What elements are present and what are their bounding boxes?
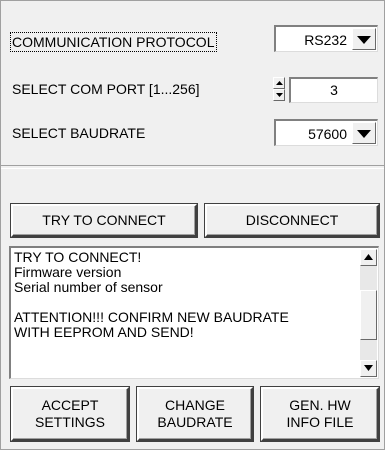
- scroll-down-button[interactable]: [360, 360, 377, 377]
- accept-settings-label-line1: ACCEPT: [41, 397, 99, 413]
- protocol-label: COMMUNICATION PROTOCOL: [10, 32, 217, 52]
- scroll-thumb[interactable]: [360, 290, 377, 341]
- comport-decrement-button[interactable]: [273, 89, 285, 101]
- section-divider: [1, 165, 384, 169]
- baudrate-value: 57600: [308, 126, 347, 142]
- comport-spinner[interactable]: [273, 77, 285, 101]
- triangle-down-icon: [364, 365, 373, 371]
- triangle-up-icon: [364, 254, 373, 260]
- triangle-up-icon: [276, 81, 283, 85]
- comport-label: SELECT COM PORT [1...256]: [12, 81, 200, 97]
- chevron-down-icon: [357, 130, 371, 138]
- accept-settings-button[interactable]: ACCEPT SETTINGS: [11, 387, 129, 441]
- log-line: Firmware version: [14, 264, 122, 280]
- status-log[interactable]: TRY TO CONNECT! Firmware version Serial …: [9, 246, 379, 379]
- accept-settings-label: ACCEPT SETTINGS: [35, 397, 105, 431]
- accept-settings-label-line2: SETTINGS: [34, 414, 105, 430]
- connection-settings-panel: COMMUNICATION PROTOCOL RS232 SELECT COM …: [0, 0, 385, 450]
- comport-input[interactable]: 3: [289, 77, 378, 103]
- gen-hw-info-file-button[interactable]: GEN. HW INFO FILE: [261, 387, 379, 441]
- triangle-down-icon: [276, 93, 283, 97]
- try-to-connect-label: TRY TO CONNECT: [42, 212, 166, 228]
- disconnect-button[interactable]: DISCONNECT: [205, 204, 379, 237]
- log-scrollbar[interactable]: [360, 249, 377, 377]
- try-to-connect-button[interactable]: TRY TO CONNECT: [11, 204, 197, 237]
- scroll-up-button[interactable]: [360, 249, 377, 266]
- log-line: ATTENTION!!! CONFIRM NEW BAUDRATE: [14, 309, 289, 325]
- log-line: WITH EEPROM AND SEND!: [14, 324, 194, 340]
- change-baudrate-label-line1: CHANGE: [165, 397, 225, 413]
- protocol-select[interactable]: RS232: [274, 25, 378, 52]
- settings-section: COMMUNICATION PROTOCOL RS232 SELECT COM …: [1, 1, 384, 165]
- gen-hw-info-file-label-line2: INFO FILE: [286, 414, 354, 430]
- baudrate-select[interactable]: 57600: [274, 119, 378, 146]
- chevron-down-icon: [357, 36, 371, 44]
- gen-hw-info-file-label: GEN. HW INFO FILE: [287, 397, 354, 431]
- change-baudrate-label: CHANGE BAUDRATE: [157, 397, 232, 431]
- protocol-value: RS232: [304, 32, 347, 48]
- disconnect-label: DISCONNECT: [245, 212, 339, 228]
- change-baudrate-label-line2: BAUDRATE: [157, 414, 233, 430]
- protocol-dropdown-button[interactable]: [352, 28, 376, 50]
- log-line: Serial number of sensor: [14, 279, 163, 295]
- change-baudrate-button[interactable]: CHANGE BAUDRATE: [137, 387, 253, 441]
- baudrate-dropdown-button[interactable]: [352, 122, 376, 144]
- status-log-text: TRY TO CONNECT! Firmware version Serial …: [14, 250, 354, 340]
- comport-increment-button[interactable]: [273, 77, 285, 89]
- baudrate-label: SELECT BAUDRATE: [12, 125, 146, 141]
- log-line: TRY TO CONNECT!: [14, 249, 142, 265]
- gen-hw-info-file-label-line1: GEN. HW: [289, 397, 351, 413]
